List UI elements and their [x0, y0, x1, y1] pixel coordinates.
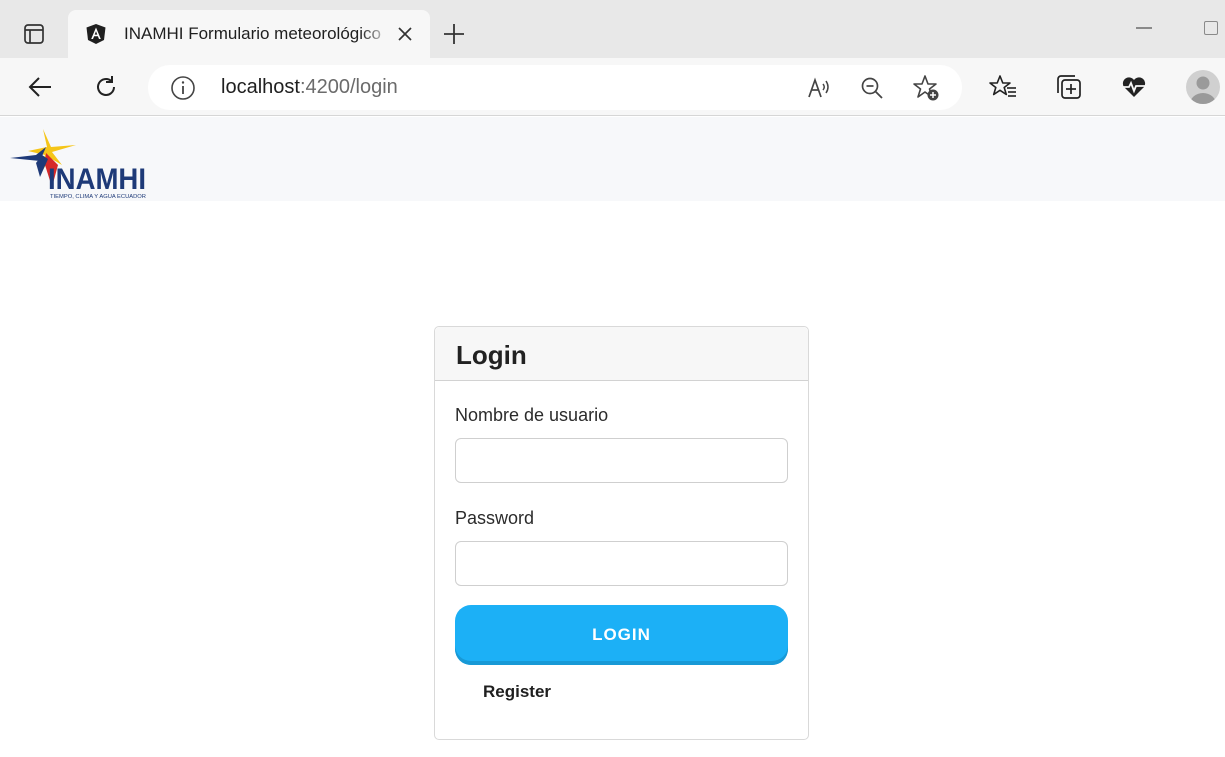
- browser-essentials-button[interactable]: [1116, 69, 1152, 105]
- zoom-out-button[interactable]: [858, 74, 886, 102]
- read-aloud-icon: [808, 77, 829, 98]
- logo-wordmark: INAMHI: [48, 163, 146, 196]
- inamhi-logo[interactable]: INAMHI TIEMPO, CLIMA Y AGUA ECUADOR: [10, 125, 150, 199]
- url-path: :4200/login: [299, 76, 398, 98]
- angular-icon: [86, 24, 106, 44]
- close-tab-icon[interactable]: [395, 24, 415, 44]
- tab-actions-icon: [24, 24, 44, 44]
- username-input[interactable]: [455, 438, 788, 483]
- collections-button[interactable]: [1051, 69, 1087, 105]
- site-info-icon[interactable]: [170, 75, 196, 101]
- tab-title: INAMHI Formulario meteorológico: [124, 24, 381, 43]
- password-input[interactable]: [455, 541, 788, 586]
- reload-button[interactable]: [88, 69, 124, 105]
- browser-tab[interactable]: INAMHI Formulario meteorológico: [68, 10, 430, 58]
- app-header: INAMHI TIEMPO, CLIMA Y AGUA ECUADOR: [0, 117, 1225, 201]
- login-card: Login Nombre de usuario Password LOGIN R…: [434, 326, 809, 740]
- browser-toolbar: localhost:4200/login: [0, 58, 1225, 116]
- read-aloud-button[interactable]: [805, 74, 833, 102]
- favorites-button[interactable]: [985, 69, 1021, 105]
- password-label: Password: [455, 508, 535, 528]
- login-card-header: Login: [435, 327, 808, 381]
- username-label: Nombre de usuario: [455, 405, 609, 425]
- url-text[interactable]: localhost:4200/login: [221, 76, 398, 99]
- back-button[interactable]: [22, 69, 58, 105]
- login-title: Login: [456, 340, 527, 370]
- minimize-window-button[interactable]: [1136, 27, 1152, 29]
- address-bar[interactable]: localhost:4200/login: [148, 65, 962, 110]
- add-favorite-button[interactable]: [912, 74, 940, 102]
- profile-avatar-icon[interactable]: [1186, 70, 1220, 104]
- browser-essentials-icon: [1122, 77, 1146, 97]
- favorites-icon: [989, 75, 1016, 97]
- back-arrow-icon: [28, 77, 51, 97]
- avatar-silhouette-icon: [1190, 76, 1216, 104]
- register-link[interactable]: Register: [483, 682, 551, 702]
- tab-actions-button[interactable]: [12, 15, 56, 53]
- logo-tagline: TIEMPO, CLIMA Y AGUA ECUADOR: [50, 194, 146, 199]
- zoom-out-icon: [861, 77, 883, 99]
- url-host: localhost: [221, 76, 300, 98]
- new-tab-icon[interactable]: [441, 21, 467, 47]
- maximize-window-button[interactable]: [1204, 21, 1218, 35]
- add-favorite-icon: [913, 75, 939, 101]
- browser-tab-strip: INAMHI Formulario meteorológico: [0, 0, 1225, 58]
- collections-icon: [1057, 75, 1081, 99]
- login-button[interactable]: LOGIN: [455, 605, 788, 665]
- reload-icon: [97, 76, 115, 96]
